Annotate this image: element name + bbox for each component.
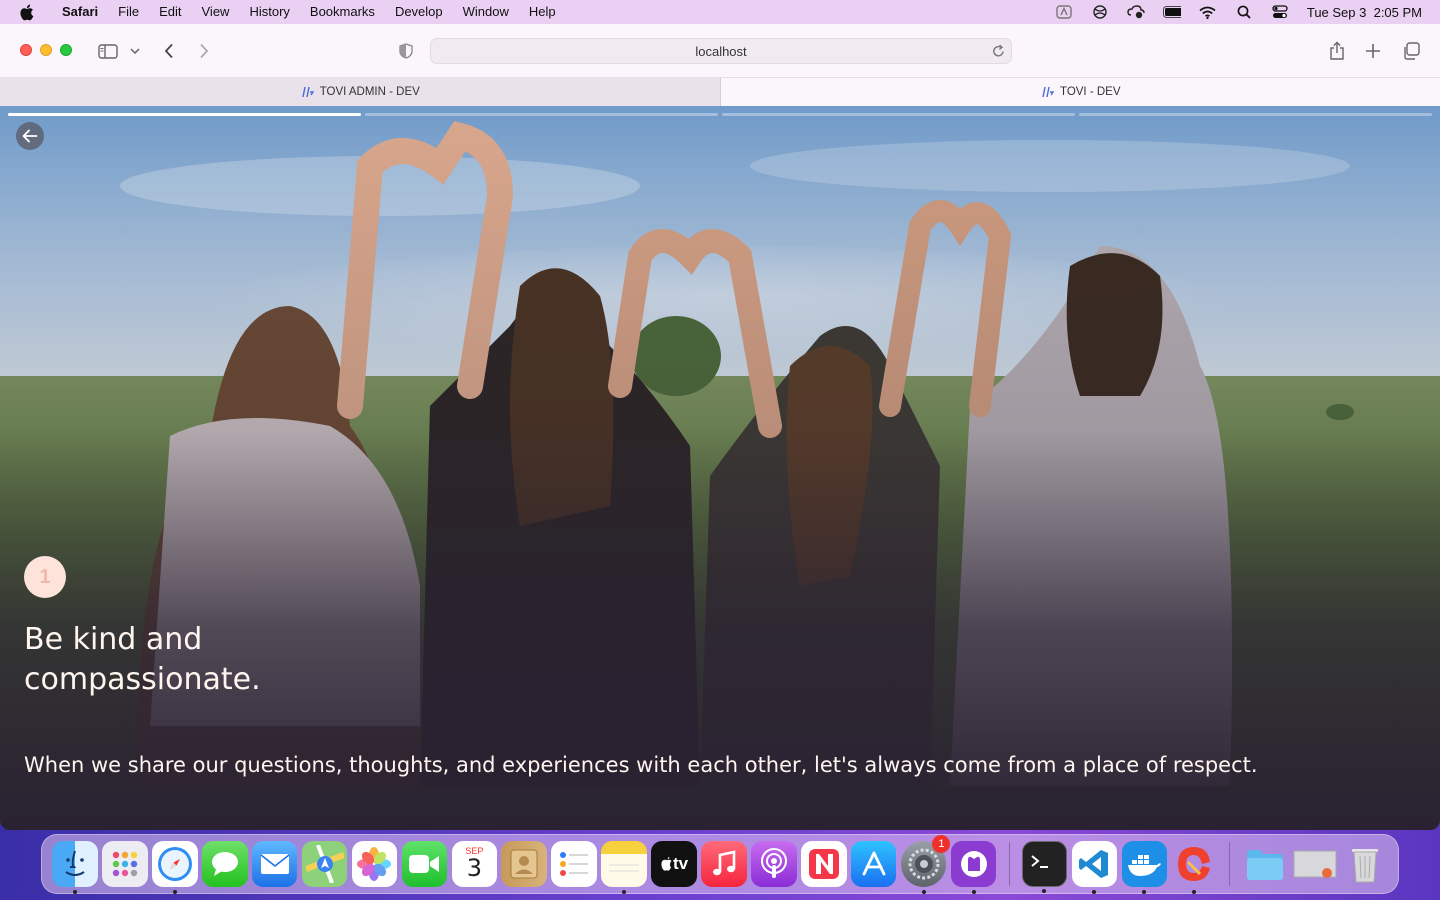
minimize-window-button[interactable]	[40, 44, 52, 56]
url-text: localhost	[695, 43, 747, 59]
status-app-icon[interactable]	[1091, 5, 1109, 19]
trash-icon[interactable]	[1342, 841, 1388, 887]
notes-icon[interactable]	[601, 841, 647, 894]
tab-label: TOVI - DEV	[1060, 86, 1121, 98]
tab-bar: TOVI ADMIN - DEV TOVI - DEV	[0, 78, 1440, 106]
menu-window[interactable]: Window	[453, 0, 519, 24]
dock-separator	[1008, 842, 1010, 886]
mail-icon[interactable]	[251, 841, 298, 887]
progress-segment	[8, 113, 361, 116]
messages-icon[interactable]	[201, 841, 248, 887]
maps-icon[interactable]	[301, 841, 348, 887]
docker-icon[interactable]	[1121, 841, 1168, 894]
tab-group-chevron-down-icon[interactable]	[128, 40, 142, 62]
dock: SEP 3 tv 1	[41, 834, 1399, 894]
notification-badge: 1	[932, 835, 951, 853]
menu-help[interactable]: Help	[519, 0, 566, 24]
spotlight-search-icon[interactable]	[1235, 5, 1253, 19]
story-body-text: When we share our questions, thoughts, a…	[24, 753, 1258, 777]
privacy-shield-icon[interactable]	[396, 40, 416, 62]
time-machine-icon[interactable]	[1127, 5, 1145, 19]
arrow-left-icon	[22, 129, 38, 143]
menu-view[interactable]: View	[192, 0, 240, 24]
menu-app-name[interactable]: Safari	[52, 0, 108, 24]
story-background-photo	[0, 106, 1440, 830]
launchpad-icon[interactable]	[102, 841, 148, 887]
screenshot-stack-icon[interactable]	[1292, 841, 1338, 887]
tab-overview-icon[interactable]	[1400, 40, 1422, 62]
safari-window: localhost TOVI ADMIN - DEV TOVI - DEV 1 …	[0, 24, 1440, 830]
tab-tovi-admin-dev[interactable]: TOVI ADMIN - DEV	[0, 78, 721, 106]
facetime-icon[interactable]	[401, 841, 448, 887]
github-desktop-icon[interactable]	[950, 841, 997, 894]
menu-history[interactable]: History	[239, 0, 299, 24]
downloads-folder-icon[interactable]	[1242, 841, 1288, 887]
story-progress-bar	[8, 113, 1432, 116]
system-settings-icon[interactable]: 1	[900, 835, 951, 894]
ccleaner-icon[interactable]	[1171, 841, 1217, 894]
tab-label: TOVI ADMIN - DEV	[319, 86, 420, 98]
battery-icon[interactable]	[1162, 5, 1181, 19]
new-tab-icon[interactable]	[1362, 40, 1384, 62]
status-a-icon[interactable]	[1055, 5, 1073, 19]
browser-toolbar: localhost	[0, 24, 1440, 78]
menu-develop[interactable]: Develop	[385, 0, 453, 24]
appletv-label: tv	[672, 854, 689, 873]
back-arrow-button[interactable]	[16, 122, 44, 150]
forward-nav-icon[interactable]	[195, 40, 213, 62]
finder-icon[interactable]	[52, 841, 98, 894]
story-viewer[interactable]: 1 Be kind and compassionate. When we sha…	[0, 106, 1440, 830]
menu-bar: Safari File Edit View History Bookmarks …	[0, 0, 1440, 24]
progress-segment	[722, 113, 1075, 116]
appstore-icon[interactable]	[850, 841, 897, 887]
sidebar-toggle-icon[interactable]	[96, 40, 120, 62]
reminders-icon[interactable]	[551, 841, 597, 887]
tovi-favicon-icon	[1040, 86, 1055, 98]
photos-icon[interactable]	[351, 841, 398, 887]
control-center-icon[interactable]	[1271, 5, 1289, 19]
back-nav-icon[interactable]	[160, 40, 178, 62]
menu-clock[interactable]: Tue Sep 3 2:05 PM	[1307, 5, 1422, 20]
step-number-badge: 1	[24, 556, 66, 598]
news-icon[interactable]	[801, 841, 847, 887]
podcasts-icon[interactable]	[751, 841, 797, 887]
close-window-button[interactable]	[20, 44, 32, 56]
wifi-icon[interactable]	[1199, 5, 1217, 19]
tab-tovi-dev[interactable]: TOVI - DEV	[720, 78, 1440, 106]
safari-icon[interactable]	[152, 841, 198, 894]
apple-menu-icon[interactable]	[0, 4, 52, 21]
calendar-icon[interactable]: SEP 3	[451, 841, 498, 887]
window-controls	[20, 44, 72, 56]
contacts-icon[interactable]	[501, 841, 548, 887]
menu-bookmarks[interactable]: Bookmarks	[300, 0, 385, 24]
dock-separator	[1229, 842, 1231, 886]
vscode-icon[interactable]	[1071, 841, 1118, 894]
terminal-icon[interactable]	[1021, 841, 1068, 893]
appletv-icon[interactable]: tv	[651, 841, 697, 887]
tovi-favicon-icon	[300, 86, 314, 98]
share-icon[interactable]	[1326, 40, 1348, 62]
story-headline: Be kind and compassionate.	[24, 622, 261, 697]
address-bar[interactable]: localhost	[430, 38, 1012, 64]
menu-file[interactable]: File	[108, 0, 149, 24]
menu-edit[interactable]: Edit	[149, 0, 191, 24]
progress-segment	[365, 113, 718, 116]
zoom-window-button[interactable]	[60, 44, 72, 56]
progress-segment	[1079, 113, 1432, 116]
music-icon[interactable]	[701, 841, 747, 887]
calendar-day: 3	[466, 854, 482, 882]
reload-icon[interactable]	[992, 44, 1005, 61]
